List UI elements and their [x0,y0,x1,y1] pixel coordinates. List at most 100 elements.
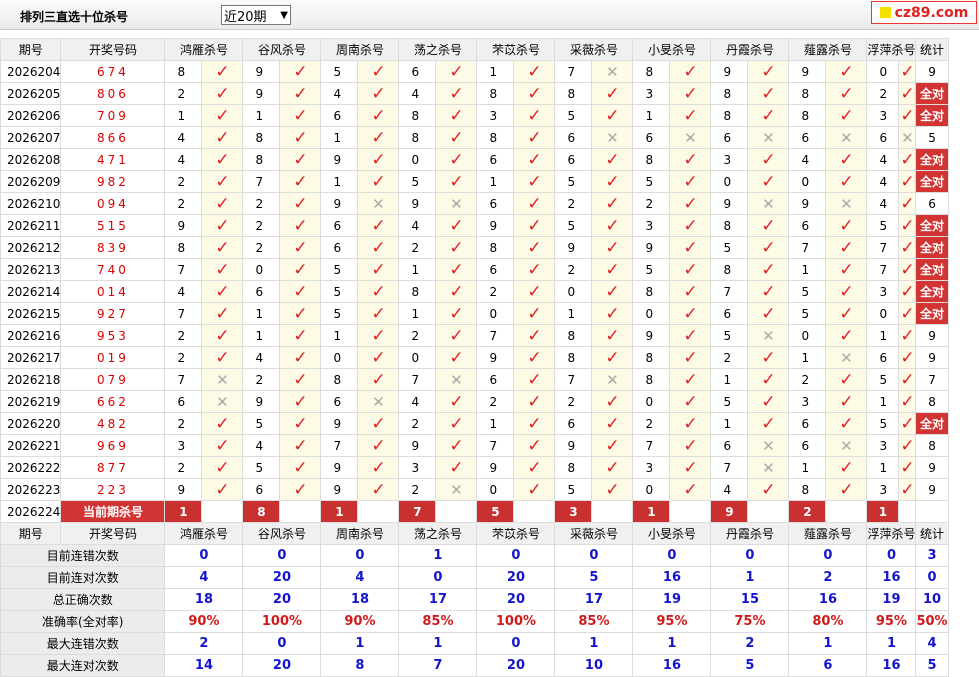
check-icon: ✓ [591,390,634,413]
current-period-cell: 2026224 [0,500,62,523]
table-row: 2026219 662 6 ✕ 9 ✓ 6 ✕ 4 ✓ 2 ✓ 2 ✓ 0 ✓ 5 ✓ 3 ✓ 1 ✓ 8 [0,390,949,413]
check-icon: ✓ [435,324,478,347]
kill-value-cell: 2 [242,236,281,259]
kill-value-cell: 5 [632,170,671,193]
kill-value-cell: 1 [710,368,749,391]
kill-value-cell: 1 [710,412,749,435]
kill-value-cell: 5 [788,280,827,303]
stat-cell: 9 [915,478,949,501]
period-cell: 2026223 [0,478,62,501]
kill-value-cell: 7 [164,302,203,325]
current-kill-row: 2026224 当前期杀号 1 8 1 7 5 3 1 9 2 1 [0,500,949,523]
current-kill-blank [669,500,712,523]
check-icon: ✓ [201,126,244,149]
stats-value-cell: 20 [476,654,556,677]
kill-value-cell: 1 [788,346,827,369]
period-cell: 2026209 [0,170,62,193]
kill-value-cell: 1 [554,302,593,325]
header-cell: 小旻杀号 [632,38,712,61]
kill-value-cell: 5 [320,258,359,281]
period-range-select[interactable]: 近20期 ▼ [221,5,291,25]
check-icon: ✓ [435,412,478,435]
check-icon: ✓ [357,104,400,127]
kill-value-cell: 6 [788,434,827,457]
draw-number-cell: 674 [60,60,166,83]
stats-value-cell: 4 [320,566,400,589]
check-icon: ✓ [825,104,868,127]
stat-cell: 全对 [915,82,949,105]
kill-value-cell: 7 [398,368,437,391]
check-icon: ✓ [279,126,322,149]
kill-value-cell: 6 [710,434,749,457]
kill-value-cell: 5 [866,412,900,435]
kill-value-cell: 5 [320,280,359,303]
stats-value-cell: 0 [866,544,917,567]
current-kill-value: 1 [866,500,900,523]
check-icon: ✓ [591,456,634,479]
stats-value-cell: 4 [915,632,949,655]
cross-icon: ✕ [435,192,478,215]
kill-value-cell: 9 [242,60,281,83]
cross-icon: ✕ [357,192,400,215]
stat-cell: 全对 [915,148,949,171]
header-cell: 丹霞杀号 [710,522,790,545]
check-icon: ✓ [669,412,712,435]
check-icon: ✓ [435,148,478,171]
check-icon: ✓ [898,258,917,281]
stat-cell: 全对 [915,258,949,281]
kill-value-cell: 4 [164,280,203,303]
table-row: 2026214 014 4 ✓ 6 ✓ 5 ✓ 8 ✓ 2 ✓ 0 ✓ 8 ✓ 7 ✓ 5 ✓ 3 ✓ 全对 [0,280,949,303]
kill-value-cell: 6 [788,412,827,435]
check-icon: ✓ [747,82,790,105]
check-icon: ✓ [357,148,400,171]
stats-label-cell: 目前连错次数 [0,544,166,567]
kill-value-cell: 8 [242,148,281,171]
check-icon: ✓ [435,104,478,127]
header-row-bottom: 期号 开奖号码 鸿雁杀号 谷风杀号 周南杀号 荡之杀号 芣苡杀号 采薇杀号 小旻杀号 丹霞杀号 薤露… [0,522,949,545]
check-icon: ✓ [825,412,868,435]
draw-number-cell: 223 [60,478,166,501]
cross-icon: ✕ [435,368,478,391]
current-kill-value: 1 [632,500,671,523]
kill-value-cell: 0 [398,148,437,171]
logo-text: cz89.com [894,4,969,21]
check-icon: ✓ [357,60,400,83]
check-icon: ✓ [513,236,556,259]
check-icon: ✓ [898,104,917,127]
stats-value-cell: 15 [710,588,790,611]
stats-value-cell: 0 [164,544,244,567]
check-icon: ✓ [669,368,712,391]
kill-value-cell: 4 [242,346,281,369]
period-cell: 2026207 [0,126,62,149]
check-icon: ✓ [201,60,244,83]
stats-value-cell: 1 [710,566,790,589]
kill-value-cell: 6 [320,390,359,413]
kill-value-cell: 7 [476,324,515,347]
check-icon: ✓ [669,82,712,105]
stats-value-cell: 20 [242,566,322,589]
check-icon: ✓ [669,192,712,215]
stats-value-cell: 5 [710,654,790,677]
check-icon: ✓ [201,258,244,281]
stats-value-cell: 0 [554,544,634,567]
site-logo[interactable]: cz89.com [871,1,977,24]
stats-row: 总正确次数 18 20 18 17 20 17 19 15 16 19 10 [0,588,949,611]
check-icon: ✓ [825,148,868,171]
check-icon: ✓ [279,302,322,325]
kill-value-cell: 9 [398,434,437,457]
draw-number-cell: 014 [60,280,166,303]
check-icon: ✓ [591,258,634,281]
check-icon: ✓ [669,302,712,325]
check-icon: ✓ [357,368,400,391]
kill-value-cell: 5 [788,302,827,325]
check-icon: ✓ [669,60,712,83]
kill-value-cell: 5 [710,236,749,259]
kill-value-cell: 1 [632,104,671,127]
current-stat-blank [915,500,949,523]
kill-value-cell: 4 [398,82,437,105]
kill-value-cell: 0 [710,170,749,193]
check-icon: ✓ [513,346,556,369]
kill-value-cell: 7 [866,258,900,281]
header-cell: 周南杀号 [320,38,400,61]
kill-value-cell: 2 [476,280,515,303]
